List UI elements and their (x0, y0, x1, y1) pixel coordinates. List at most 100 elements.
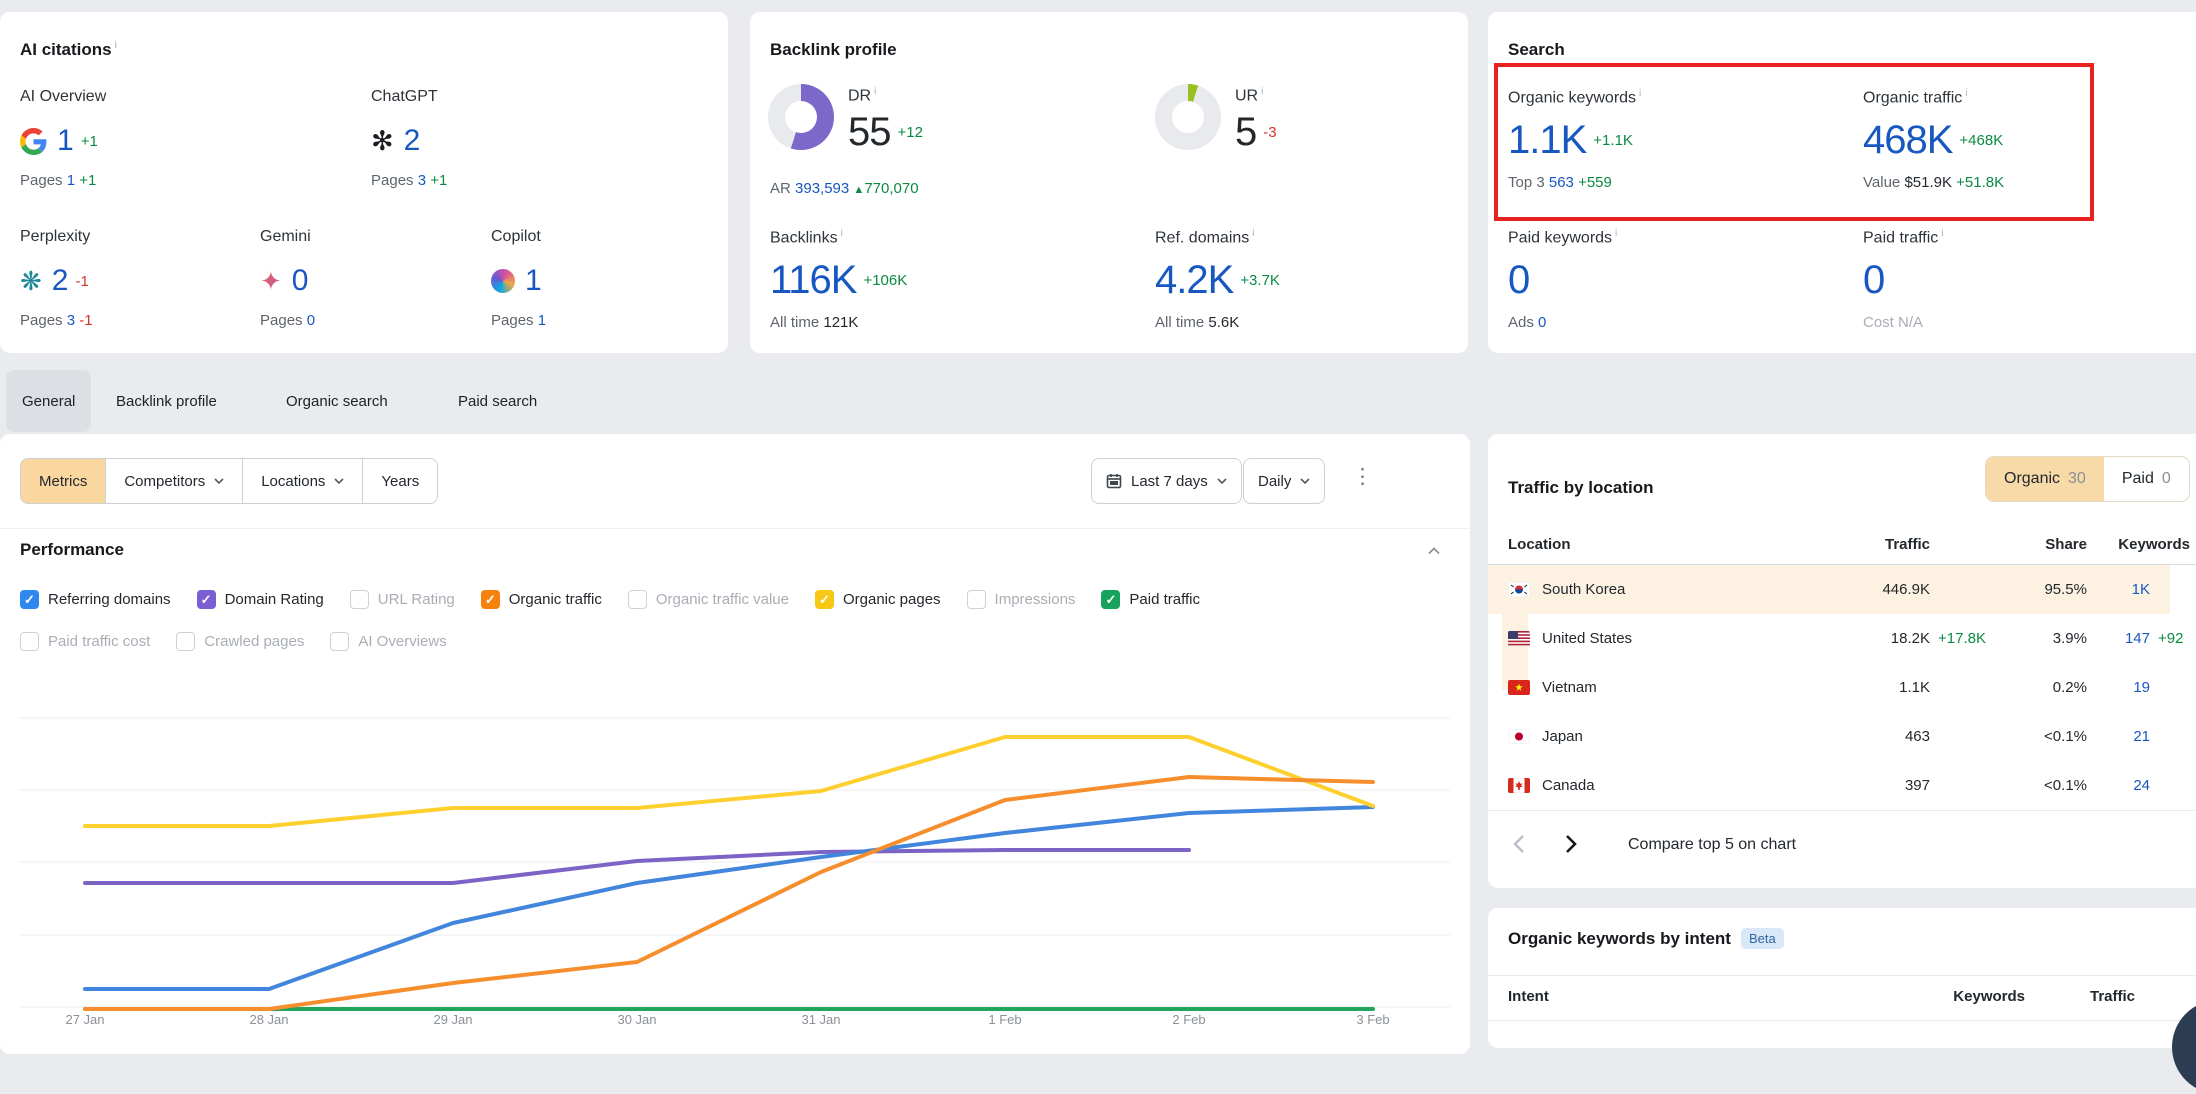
ur-label: URi (1235, 86, 1263, 105)
collapse-chevron-icon[interactable] (1428, 547, 1440, 555)
gemini-value[interactable]: 0 (292, 266, 309, 296)
toggle-paid-traffic-cost[interactable]: Paid traffic cost (20, 632, 150, 651)
table-row[interactable]: South Korea 446.9K 95.5% 1K (1488, 565, 2196, 614)
chart-x-axis-labels: 27 Jan28 Jan29 Jan30 Jan31 Jan1 Feb2 Feb… (0, 1012, 1470, 1030)
organic-keywords-value[interactable]: 1.1K (1508, 120, 1586, 160)
ur-delta: -3 (1263, 124, 1276, 141)
chevron-down-icon (334, 478, 344, 484)
gemini-label: Gemini (260, 228, 311, 246)
chatgpt-value[interactable]: 2 (404, 126, 421, 156)
search-card: Search Organic keywordsi 1.1K +1.1K Top … (1488, 12, 2196, 353)
info-icon: i (1252, 228, 1254, 239)
performance-title: Performance (20, 540, 124, 560)
flag-vietnam-icon (1508, 680, 1530, 695)
performance-chart (0, 672, 1470, 1012)
copilot-icon (491, 269, 515, 293)
intent-traffic-header: Traffic (2045, 988, 2135, 1005)
compare-top5-link[interactable]: Compare top 5 on chart (1628, 836, 1796, 854)
table-row[interactable]: Japan 463 <0.1% 21 (1488, 712, 2196, 761)
backlinks-value[interactable]: 116K (770, 260, 856, 300)
info-icon: i (841, 228, 843, 239)
flag-japan-icon (1508, 729, 1530, 744)
copilot-value[interactable]: 1 (525, 266, 542, 296)
toggle-ai-overviews[interactable]: AI Overviews (330, 632, 446, 651)
locations-dropdown[interactable]: Locations (243, 458, 363, 504)
paid-keywords-value[interactable]: 0 (1508, 258, 1529, 302)
chatgpt-label: ChatGPT (371, 88, 438, 106)
paid-traffic-value[interactable]: 0 (1863, 258, 1884, 302)
metric-toggles-row1: ✓Referring domains ✓Domain Rating URL Ra… (20, 590, 1200, 609)
backlinks-alltime: All time 121K (770, 314, 858, 331)
info-icon: i (1261, 86, 1263, 97)
tab-paid-search[interactable]: Paid search (442, 370, 553, 432)
organic-traffic-label: Organic traffici (1863, 88, 1968, 107)
toggle-organic-traffic-value[interactable]: Organic traffic value (628, 590, 789, 609)
more-options-icon[interactable]: ⋮ (1352, 466, 1373, 487)
table-row[interactable]: Canada 397 <0.1% 24 (1488, 761, 2196, 810)
copilot-pages: Pages 1 (491, 312, 546, 329)
traffic-by-location-title: Traffic by location (1508, 478, 1653, 498)
tab-backlink-profile[interactable]: Backlink profile (100, 370, 233, 432)
metrics-button[interactable]: Metrics (20, 458, 106, 504)
competitors-dropdown[interactable]: Competitors (106, 458, 243, 504)
organic-traffic-value[interactable]: 468K (1863, 120, 1952, 160)
metric-toggles-row2: Paid traffic cost Crawled pages AI Overv… (20, 632, 447, 651)
openai-icon: ✻ (371, 128, 394, 155)
ai-overview-pages: Pages 1 +1 (20, 172, 96, 189)
table-row[interactable]: United States 18.2K +17.8K 3.9% 147 +92 (1488, 614, 2196, 663)
toggle-organic-traffic[interactable]: ✓Organic traffic (481, 590, 602, 609)
chatgpt-pages: Pages 3 +1 (371, 172, 447, 189)
up-arrow-icon: ▲ (853, 184, 864, 196)
toggle-url-rating[interactable]: URL Rating (350, 590, 455, 609)
calendar-icon (1106, 473, 1122, 489)
ai-overview-delta: +1 (81, 133, 98, 150)
toggle-domain-rating[interactable]: ✓Domain Rating (197, 590, 324, 609)
ads-line: Ads 0 (1508, 314, 1546, 331)
cost-line: Cost N/A (1863, 314, 1923, 331)
toggle-paid-traffic[interactable]: ✓Paid traffic (1101, 590, 1200, 609)
toggle-paid[interactable]: Paid 0 (2104, 457, 2189, 501)
toggle-crawled-pages[interactable]: Crawled pages (176, 632, 304, 651)
performance-card: Metrics Competitors Locations Years Last… (0, 434, 1470, 1054)
info-icon: i (1965, 88, 1967, 99)
prev-page-icon[interactable] (1512, 834, 1526, 854)
dr-delta: +12 (898, 124, 923, 141)
intent-column-header: Intent (1508, 988, 1549, 1005)
backlink-profile-title: Backlink profile (770, 40, 897, 60)
paid-keywords-label: Paid keywordsi (1508, 228, 1617, 247)
info-icon: i (1615, 228, 1617, 239)
dr-label: DRi (848, 86, 876, 105)
toggle-impressions[interactable]: Impressions (967, 590, 1076, 609)
flag-canada-icon (1508, 778, 1530, 793)
perplexity-value[interactable]: 2 (52, 266, 69, 296)
filter-group: Metrics Competitors Locations Years (20, 458, 438, 504)
years-button[interactable]: Years (363, 458, 438, 504)
date-range-dropdown[interactable]: Last 7 days (1091, 458, 1242, 504)
keywords-by-intent-card: Organic keywords by intent Beta Intent K… (1488, 908, 2196, 1048)
toggle-organic-pages[interactable]: ✓Organic pages (815, 590, 941, 609)
dr-value: 55 (848, 112, 891, 152)
location-table-header: Location Traffic Share Keywords (1488, 520, 2196, 569)
chevron-down-icon (214, 478, 224, 484)
perplexity-icon: ❋ (20, 268, 42, 294)
ai-overview-label: AI Overview (20, 88, 106, 106)
toggle-referring-domains[interactable]: ✓Referring domains (20, 590, 171, 609)
flag-united-states-icon (1508, 631, 1530, 646)
intent-keywords-header: Keywords (1905, 988, 2025, 1005)
tab-organic-search[interactable]: Organic search (270, 370, 404, 432)
granularity-dropdown[interactable]: Daily (1243, 458, 1325, 504)
chevron-down-icon (1300, 478, 1310, 484)
ref-domains-label: Ref. domainsi (1155, 228, 1255, 247)
tab-general[interactable]: General (6, 370, 91, 432)
ur-value: 5 (1235, 112, 1256, 152)
toggle-organic[interactable]: Organic 30 (1986, 457, 2104, 501)
ai-overview-value[interactable]: 1 (57, 126, 74, 156)
info-icon: i (874, 86, 876, 97)
dr-donut (768, 84, 834, 150)
table-row[interactable]: Vietnam 1.1K 0.2% 19 (1488, 663, 2196, 712)
next-page-icon[interactable] (1564, 834, 1578, 854)
ar-line: AR 393,593 ▲770,070 (770, 180, 919, 197)
ref-domains-value[interactable]: 4.2K (1155, 260, 1233, 300)
perplexity-delta: -1 (75, 273, 88, 290)
ref-domains-delta: +3.7K (1240, 272, 1280, 289)
